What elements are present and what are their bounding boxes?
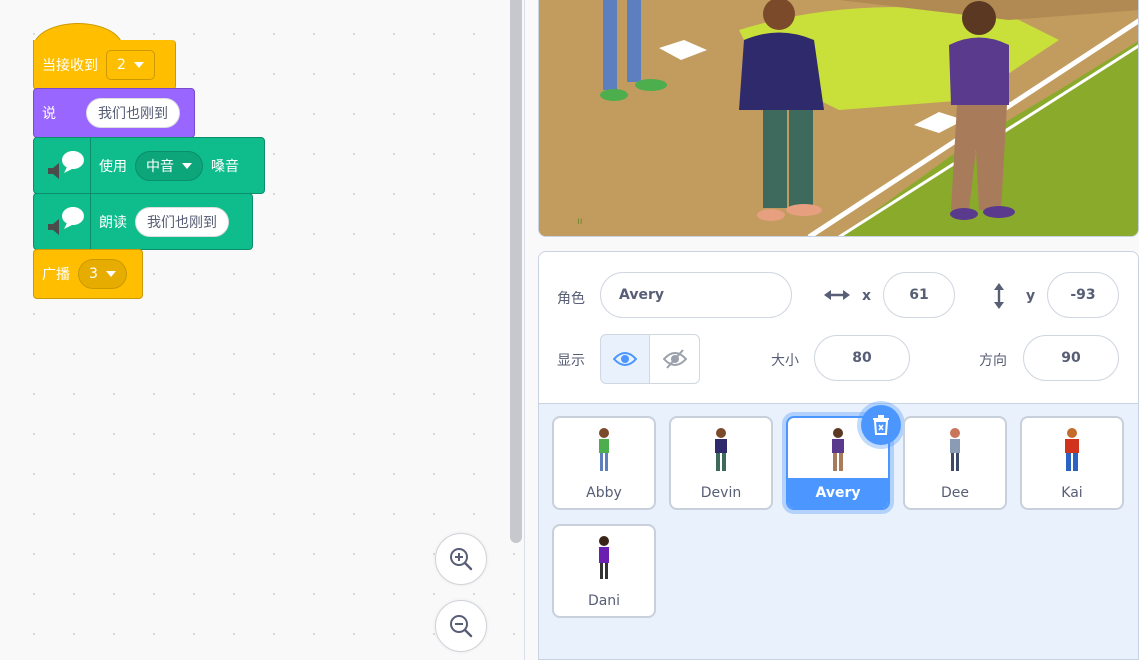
sprite-thumbnail [671, 418, 771, 484]
say-block[interactable]: 说 我们也刚到 [33, 88, 195, 138]
stage-backdrop: ıı [539, 0, 1138, 236]
text-to-speech-icon [34, 138, 91, 193]
y-position-field[interactable]: -93 [1047, 272, 1119, 318]
x-position-icon [824, 290, 850, 300]
direction-value: 90 [1061, 350, 1081, 366]
y-position-value: -93 [1070, 287, 1096, 303]
sprite-tile-devin[interactable]: Devin [669, 416, 773, 510]
sprite-name: Devin [700, 485, 742, 501]
show-label: 显示 [557, 353, 585, 369]
size-label: 大小 [771, 353, 799, 369]
speak-text-input[interactable]: 我们也刚到 [135, 206, 229, 237]
hide-sprite-button[interactable] [650, 334, 700, 384]
message-dropdown[interactable]: 2 [106, 49, 155, 80]
direction-label: 方向 [979, 353, 1007, 369]
sprite-tile-dani[interactable]: Dani [552, 524, 656, 618]
chevron-down-icon [133, 61, 144, 68]
sprite-tile-kai[interactable]: Kai [1020, 416, 1124, 510]
sprite-tile-abby[interactable]: Abby [552, 416, 656, 510]
eye-slash-icon [662, 349, 687, 369]
y-position-icon [994, 283, 1004, 309]
voice-suffix-label: 嗓音 [211, 158, 239, 175]
sprite-tile-dee[interactable]: Dee [903, 416, 1007, 510]
sprite-name: Kai [1061, 485, 1083, 501]
chevron-down-icon [105, 271, 116, 277]
delete-sprite-button[interactable] [861, 405, 901, 445]
broadcast-block[interactable]: 广播 3 [33, 249, 143, 299]
eye-icon [613, 352, 637, 366]
zoom-in-icon [450, 548, 473, 571]
sprite-name-label: 角色 [557, 291, 585, 307]
sprite-name: Dee [940, 485, 969, 501]
stage[interactable]: ıı [538, 0, 1139, 237]
broadcast-dropdown[interactable]: 3 [78, 259, 127, 289]
direction-field[interactable]: 90 [1023, 335, 1119, 381]
voice-value: 中音 [146, 158, 174, 175]
speak-label: 朗读 [99, 214, 127, 231]
set-voice-label: 使用 [99, 158, 127, 175]
code-scrollbar-thumb[interactable] [510, 0, 522, 543]
sprite-thumbnail [554, 526, 654, 592]
sprite-name: Dani [587, 593, 621, 609]
say-label: 说 [42, 106, 56, 122]
svg-text:ıı: ıı [577, 216, 583, 227]
sprite-thumbnail [1022, 418, 1122, 484]
x-position-value: 61 [909, 287, 929, 303]
sprite-info: 角色 Avery x 61 y -93 显示 大小 80 方向 90 [539, 252, 1138, 404]
message-value: 2 [117, 56, 126, 73]
code-area[interactable]: 当接收到 2 说 我们也刚到 使用 中音 嗓音 朗读 我们也刚到 广播 3 [0, 0, 525, 660]
sprite-thumbnail [554, 418, 654, 484]
sprite-name: Abby [586, 485, 622, 501]
y-label: y [1026, 288, 1036, 304]
sprite-name: Avery [788, 478, 888, 508]
sprite-thumbnail [905, 418, 1005, 484]
broadcast-label: 广播 [42, 267, 70, 283]
chevron-down-icon [182, 162, 192, 169]
text-to-speech-icon [34, 194, 91, 249]
when-i-receive-label: 当接收到 [42, 57, 98, 74]
show-sprite-button[interactable] [600, 334, 650, 384]
zoom-in-button[interactable] [435, 533, 487, 585]
trash-icon [873, 415, 889, 435]
size-field[interactable]: 80 [814, 335, 910, 381]
sprite-pane: 角色 Avery x 61 y -93 显示 大小 80 方向 90 Abby … [538, 251, 1139, 660]
when-i-receive-block[interactable]: 当接收到 2 [33, 40, 176, 90]
sprite-name-value: Avery [619, 287, 664, 303]
voice-dropdown[interactable]: 中音 [135, 150, 203, 181]
zoom-out-icon [450, 615, 473, 638]
say-text-input[interactable]: 我们也刚到 [86, 98, 180, 128]
x-position-field[interactable]: 61 [883, 272, 955, 318]
x-label: x [862, 288, 872, 304]
set-voice-block[interactable]: 使用 中音 嗓音 [33, 137, 265, 194]
speak-block[interactable]: 朗读 我们也刚到 [33, 193, 253, 250]
sprite-name-field[interactable]: Avery [600, 272, 792, 318]
broadcast-value: 3 [89, 266, 98, 282]
zoom-out-button[interactable] [435, 600, 487, 652]
size-value: 80 [852, 350, 872, 366]
